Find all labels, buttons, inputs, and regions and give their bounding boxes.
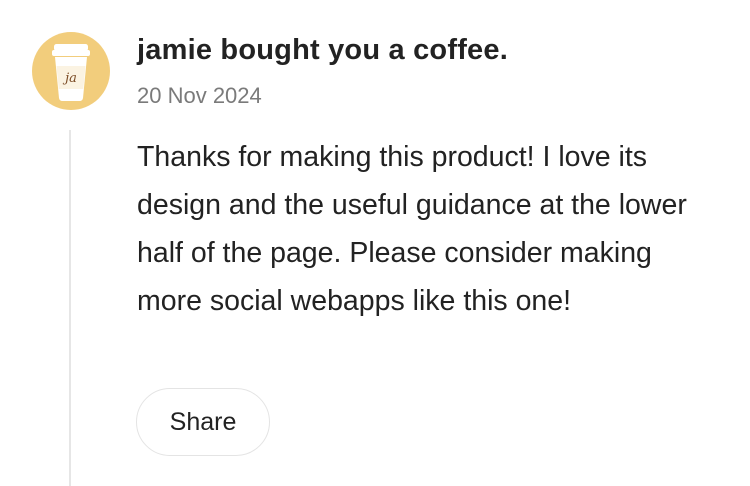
share-button[interactable]: Share (136, 388, 270, 456)
supporter-title: jamie bought you a coffee. (137, 34, 508, 66)
support-message: Thanks for making this product! I love i… (137, 141, 687, 317)
thread-line (69, 130, 71, 486)
avatar-initials: ja (62, 71, 77, 86)
coffee-cup-icon: ja (52, 44, 90, 101)
avatar: ja (32, 32, 110, 110)
supporter-card: ja jamie bought you a coffee. 20 Nov 202… (0, 0, 750, 486)
timestamp: 20 Nov 2024 (137, 83, 262, 108)
